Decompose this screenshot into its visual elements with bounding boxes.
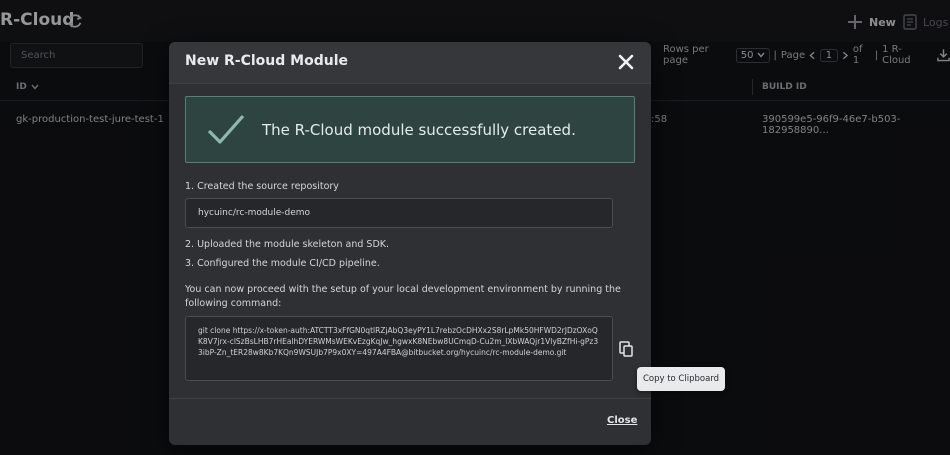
copy-tooltip: Copy to Clipboard xyxy=(637,367,725,391)
step-1-text: 1. Created the source repository xyxy=(185,181,339,192)
copy-icon[interactable] xyxy=(619,341,633,357)
checkmark-icon xyxy=(207,114,245,144)
command-box[interactable]: git clone https://x-token-auth:ATCTT3xFf… xyxy=(185,316,613,381)
dialog-title: New R-Cloud Module xyxy=(185,53,348,69)
success-banner: The R-Cloud module successfully created. xyxy=(185,96,635,163)
step-2-text: 2. Uploaded the module skeleton and SDK. xyxy=(185,239,390,250)
close-icon[interactable] xyxy=(616,52,636,72)
success-message: The R-Cloud module successfully created. xyxy=(262,121,576,139)
step-3-text: 3. Configured the module CI/CD pipeline. xyxy=(185,258,380,269)
dialog-footer-divider xyxy=(169,398,651,399)
close-button[interactable]: Close xyxy=(607,415,637,426)
new-module-dialog: New R-Cloud Module The R-Cloud module su… xyxy=(169,42,651,445)
instructions-text: You can now proceed with the setup of yo… xyxy=(185,284,621,309)
repository-field[interactable]: hycuinc/rc-module-demo xyxy=(185,198,613,228)
dialog-header: New R-Cloud Module xyxy=(169,42,651,84)
